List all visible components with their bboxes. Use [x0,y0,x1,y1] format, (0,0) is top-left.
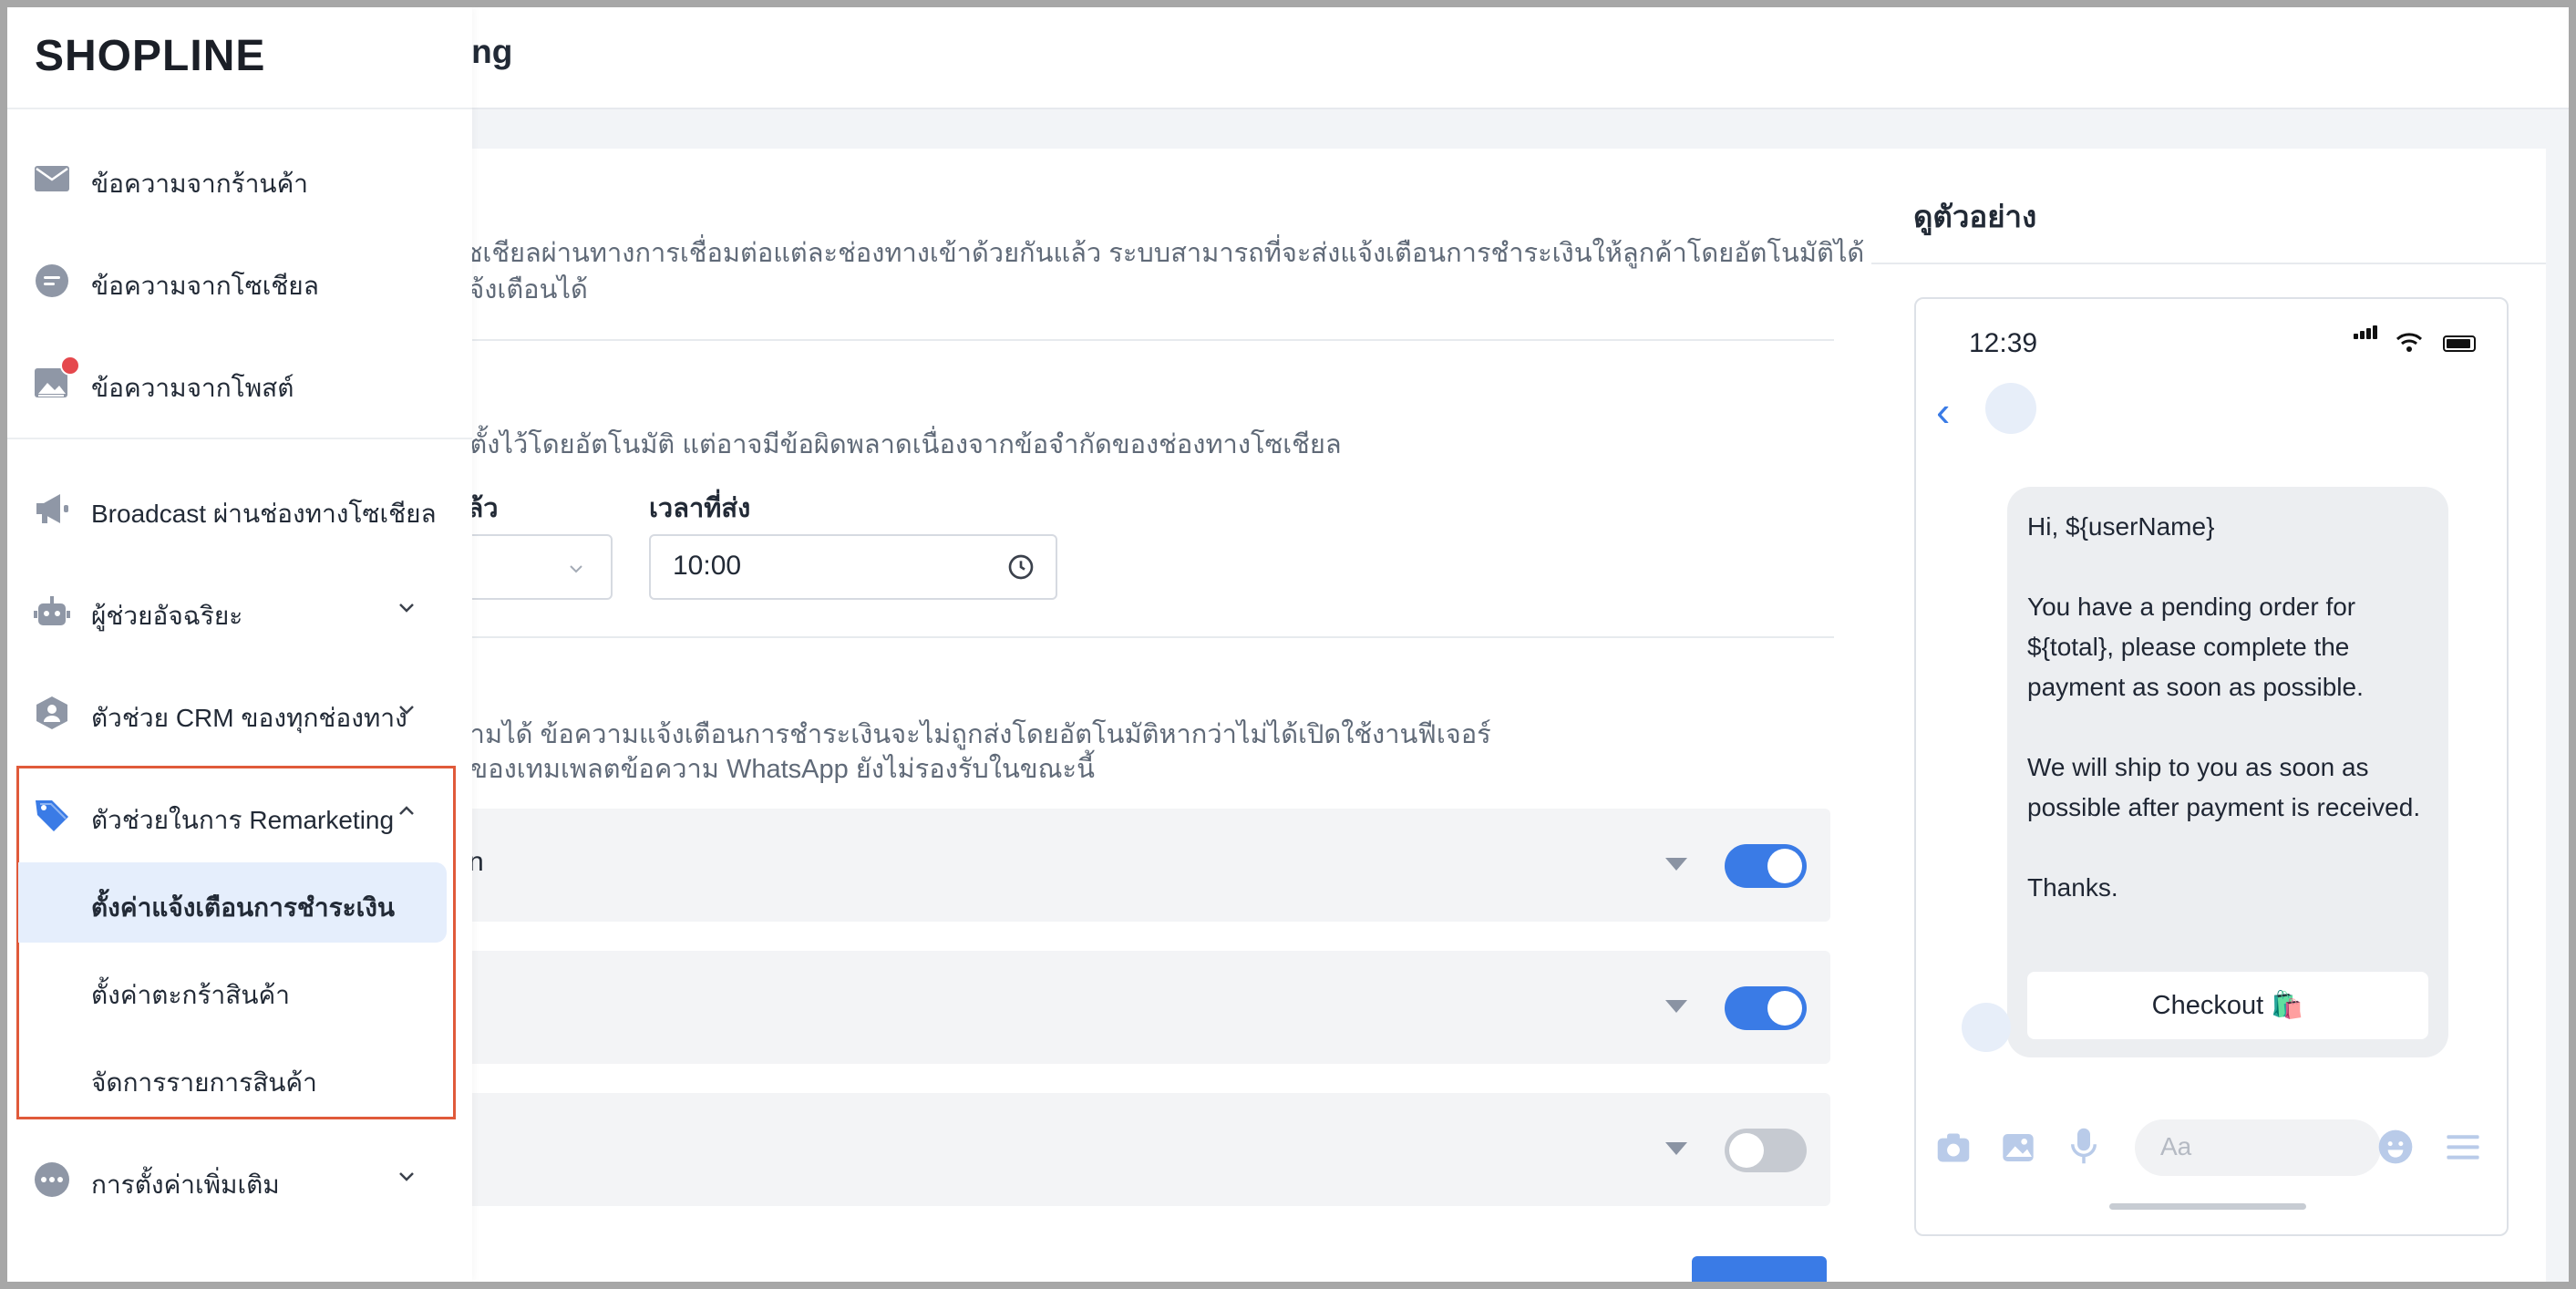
sidebar-subitem-label: ตั้งค่าแจ้งเตือนการชำระเงิน [91,893,396,922]
sidebar-subitem-label: จัดการรายการสินค้า [91,1068,317,1097]
schedule-description: าที่ตั้งไว้โดยอัตโนมัติ แต่อาจมีข้อผิดพล… [438,430,1342,459]
camera-icon[interactable] [1934,1130,1973,1165]
expand-caret-icon[interactable] [1665,1142,1687,1155]
sidebar: SHOPLINE ข้อความจากร้านค้า ข้อความจากโซเ… [7,7,472,1282]
send-time-picker[interactable]: 10:00 [649,534,1057,600]
send-time-label: เวลาที่ส่ง [649,494,751,523]
robot-icon [34,596,70,625]
divider [1871,263,2546,264]
notification-badge [60,356,80,376]
megaphone-icon [36,494,68,523]
more-icon [35,1162,69,1197]
image-icon[interactable] [2000,1130,2036,1165]
message-body: You have a pending order for ${total}, p… [2027,593,2364,701]
phone-time: 12:39 [1969,328,2038,358]
shopline-logo[interactable]: SHOPLINE [35,31,265,81]
sidebar-item-broadcast[interactable]: Broadcast ผ่านช่องทางโซเชียล [7,467,472,549]
message-greeting: Hi, ${userName} [2027,512,2215,541]
divider [7,438,472,439]
channel-toggle[interactable] [1725,986,1807,1030]
checkout-button[interactable]: Checkout 🛍️ [2027,972,2428,1039]
battery-icon [2443,335,2476,352]
sidebar-item-more-settings[interactable]: การตั้งค่าเพิ่มเติม [7,1138,472,1220]
menu-icon[interactable] [2445,1132,2481,1161]
channel-row[interactable] [281,951,1830,1064]
wifi-icon [2396,333,2423,352]
message-input-placeholder: Aa [2160,1132,2192,1160]
emoji-icon[interactable] [2377,1129,2414,1165]
sidebar-subitem-product-list[interactable]: จัดการรายการสินค้า [18,1037,447,1118]
divider [281,636,1834,638]
sidebar-item-label: ข้อความจากโพสต์ [91,374,294,402]
sidebar-subitem-cart-settings[interactable]: ตั้งค่าตะกร้าสินค้า [18,950,447,1030]
sidebar-item-label: ข้อความจากโซเชียล [91,272,319,300]
message-shipping: We will ship to you as soon as possible … [2027,753,2421,821]
phone-preview: 12:39 ‹ Hi, ${userName} You have a pendi… [1914,297,2509,1236]
preview-title: ดูตัวอย่าง [1913,200,2037,233]
save-button[interactable] [1692,1256,1827,1282]
expand-caret-icon[interactable] [1665,1000,1687,1013]
divider [7,108,472,109]
chevron-down-icon [399,1172,414,1181]
avatar [1962,1003,2011,1052]
channel-toggle[interactable] [1725,844,1807,888]
sidebar-subitem-payment-reminder[interactable]: ตั้งค่าแจ้งเตือนการชำระเงิน [18,862,447,943]
back-chevron-icon[interactable]: ‹ [1936,390,1950,432]
sidebar-item-smart-assistant[interactable]: ผู้ช่วยอัจฉริยะ [7,569,472,651]
sidebar-item-label: Broadcast ผ่านช่องทางโซเชียล [91,500,437,528]
clock-icon [1008,554,1034,580]
channel-row[interactable]: n [281,809,1830,922]
chevron-down-icon [399,603,414,613]
home-indicator [2109,1203,2306,1210]
message-input[interactable]: Aa [2135,1119,2381,1176]
sidebar-item-crm[interactable]: ตัวช่วย CRM ของทุกช่องทาง [7,671,472,753]
avatar [1985,383,2036,434]
sidebar-item-label: ข้อความจากร้านค้า [91,170,309,198]
microphone-icon[interactable] [2071,1127,2097,1165]
crm-icon [36,696,67,729]
chevron-down-icon [570,565,582,573]
intro-description-line1: งโซเชียลผ่านทางการเชื่อมต่อแต่ละช่องทางเ… [438,239,1919,268]
divider [281,339,1834,341]
sidebar-item-label: ผู้ช่วยอัจฉริยะ [91,602,243,630]
sidebar-item-social-messages[interactable]: ข้อความจากโซเชียล [7,239,472,321]
channel-toggle[interactable] [1725,1129,1807,1172]
message-bubble: Hi, ${userName} You have a pending order… [2007,487,2448,1057]
sidebar-item-label: ตัวช่วย CRM ของทุกช่องทาง [91,704,407,732]
channel-description-line2: หาของเทมเพลตข้อความ WhatsApp ยังไม่รองรั… [438,755,1095,784]
chat-icon [36,264,68,297]
app-window: eting งโซเชียลผ่านทางการเชื่อมต่อแต่ละช่… [7,7,2569,1282]
expand-caret-icon[interactable] [1665,858,1687,871]
sidebar-item-post-messages[interactable]: ข้อความจากโพสต์ [7,341,472,423]
message-thanks: Thanks. [2027,873,2118,902]
channel-description-line1: ความได้ ข้อความแจ้งเตือนการชำระเงินจะไม่… [438,720,1491,749]
channel-row[interactable] [281,1093,1830,1206]
send-time-value: 10:00 [673,551,742,581]
sidebar-item-store-messages[interactable]: ข้อความจากร้านค้า [7,137,472,219]
chevron-down-icon [399,706,414,715]
sidebar-item-label: การตั้งค่าเพิ่มเติม [91,1170,280,1199]
sidebar-subitem-label: ตั้งค่าตะกร้าสินค้า [91,981,290,1009]
mail-icon [35,166,69,191]
